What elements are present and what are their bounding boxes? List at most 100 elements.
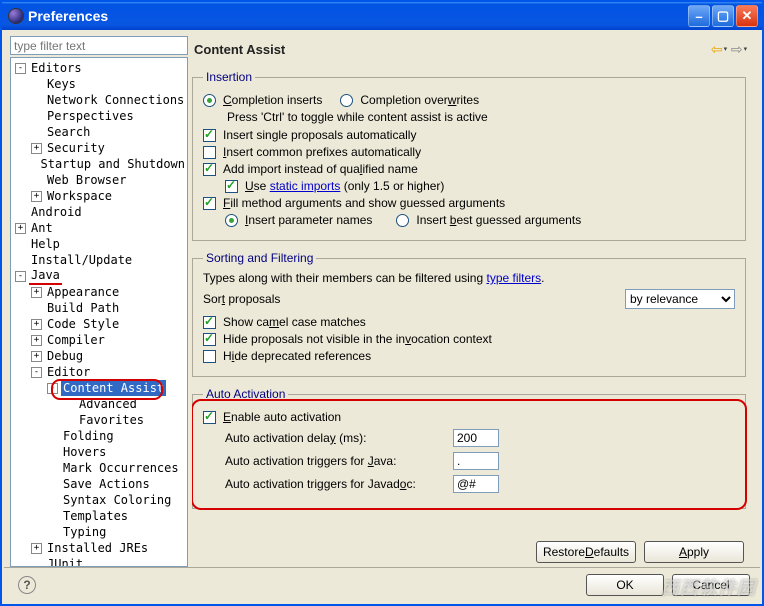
- insert-common-checkbox[interactable]: [203, 146, 216, 159]
- tree-item-debug[interactable]: +Debug: [11, 348, 187, 364]
- tree-twisty[interactable]: +: [31, 287, 42, 298]
- tree-item-save-actions[interactable]: Save Actions: [11, 476, 187, 492]
- apply-button[interactable]: Apply: [644, 541, 744, 563]
- help-icon[interactable]: ?: [18, 576, 36, 594]
- static-imports-link[interactable]: static imports: [270, 179, 341, 193]
- tree-item-label: Debug: [45, 348, 85, 364]
- tree-twisty[interactable]: +: [31, 143, 42, 154]
- fill-args-checkbox[interactable]: [203, 197, 216, 210]
- tree-item-typing[interactable]: Typing: [11, 524, 187, 540]
- tree-twisty[interactable]: +: [31, 319, 42, 330]
- hide-deprecated-checkbox[interactable]: [203, 350, 216, 363]
- tree-twisty[interactable]: -: [15, 271, 26, 282]
- tree-item-network-connections[interactable]: Network Connections: [11, 92, 187, 108]
- tree-twisty: [31, 559, 42, 568]
- auto-trig-java-input[interactable]: [453, 452, 499, 470]
- tree-item-advanced[interactable]: Advanced: [11, 396, 187, 412]
- titlebar[interactable]: Preferences – ▢ ✕: [2, 2, 762, 30]
- tree-item-junit[interactable]: JUnit: [11, 556, 187, 567]
- tree-item-workspace[interactable]: +Workspace: [11, 188, 187, 204]
- tree-item-appearance[interactable]: +Appearance: [11, 284, 187, 300]
- tree-twisty: [15, 207, 26, 218]
- tree-item-label: Templates: [61, 508, 130, 524]
- tree-item-label: Code Style: [45, 316, 121, 332]
- tree-item-label: JUnit: [45, 556, 85, 567]
- tree-item-java[interactable]: -Java: [11, 268, 187, 284]
- insert-best-guessed-label: Insert best guessed arguments: [416, 213, 581, 227]
- tree-twisty[interactable]: +: [31, 191, 42, 202]
- hide-notvis-checkbox[interactable]: [203, 333, 216, 346]
- tree-item-ant[interactable]: +Ant: [11, 220, 187, 236]
- enable-auto-activation-checkbox[interactable]: [203, 411, 216, 424]
- auto-trig-javadoc-label: Auto activation triggers for Javadoc:: [203, 477, 453, 491]
- auto-activation-legend: Auto Activation: [203, 387, 288, 401]
- tree-twisty[interactable]: +: [31, 543, 42, 554]
- preferences-tree[interactable]: -EditorsKeysNetwork ConnectionsPerspecti…: [10, 57, 188, 567]
- cancel-button[interactable]: Cancel: [672, 574, 750, 596]
- tree-item-perspectives[interactable]: Perspectives: [11, 108, 187, 124]
- tree-item-content-assist[interactable]: -Content Assist: [11, 380, 187, 396]
- insert-single-checkbox[interactable]: [203, 129, 216, 142]
- completion-inserts-label: Completion inserts: [223, 93, 322, 107]
- tree-item-code-style[interactable]: +Code Style: [11, 316, 187, 332]
- tree-twisty[interactable]: +: [31, 335, 42, 346]
- tree-item-folding[interactable]: Folding: [11, 428, 187, 444]
- filter-input[interactable]: [10, 36, 188, 55]
- restore-defaults-button[interactable]: Restore Defaults: [536, 541, 636, 563]
- tree-item-syntax-coloring[interactable]: Syntax Coloring: [11, 492, 187, 508]
- use-static-imports-checkbox[interactable]: [225, 180, 238, 193]
- tree-item-label: Folding: [61, 428, 116, 444]
- tree-item-web-browser[interactable]: Web Browser: [11, 172, 187, 188]
- tree-twisty[interactable]: +: [15, 223, 26, 234]
- tree-item-android[interactable]: Android: [11, 204, 187, 220]
- maximize-button[interactable]: ▢: [712, 5, 734, 27]
- show-camel-label: Show camel case matches: [223, 315, 366, 329]
- tree-item-favorites[interactable]: Favorites: [11, 412, 187, 428]
- tree-item-install-update[interactable]: Install/Update: [11, 252, 187, 268]
- ok-button[interactable]: OK: [586, 574, 664, 596]
- tree-twisty[interactable]: -: [15, 63, 26, 74]
- tree-item-compiler[interactable]: +Compiler: [11, 332, 187, 348]
- tree-item-label: Network Connections: [45, 92, 186, 108]
- tree-item-editor[interactable]: -Editor: [11, 364, 187, 380]
- tree-twisty: [47, 511, 58, 522]
- tree-item-search[interactable]: Search: [11, 124, 187, 140]
- tree-item-editors[interactable]: -Editors: [11, 60, 187, 76]
- insert-param-names-radio[interactable]: [225, 214, 238, 227]
- tree-item-label: Workspace: [45, 188, 114, 204]
- tree-item-mark-occurrences[interactable]: Mark Occurrences: [11, 460, 187, 476]
- type-filters-link[interactable]: type filters: [486, 271, 541, 285]
- tree-twisty[interactable]: -: [47, 383, 58, 394]
- tree-item-startup-and-shutdown[interactable]: Startup and Shutdown: [11, 156, 187, 172]
- sort-proposals-label: Sort proposals: [203, 292, 625, 306]
- tree-item-label: Keys: [45, 76, 78, 92]
- auto-trig-javadoc-input[interactable]: [453, 475, 499, 493]
- completion-overwrites-radio[interactable]: [340, 94, 353, 107]
- auto-delay-input[interactable]: [453, 429, 499, 447]
- tree-item-installed-jres[interactable]: +Installed JREs: [11, 540, 187, 556]
- insert-common-label: Insert common prefixes automatically: [223, 145, 421, 159]
- tree-twisty: [47, 527, 58, 538]
- tree-item-help[interactable]: Help: [11, 236, 187, 252]
- tree-item-label: Content Assist: [61, 380, 166, 396]
- tree-twisty[interactable]: -: [31, 367, 42, 378]
- back-button[interactable]: ⇦▾: [710, 40, 728, 58]
- tree-item-label: Android: [29, 204, 84, 220]
- tree-item-hovers[interactable]: Hovers: [11, 444, 187, 460]
- show-camel-checkbox[interactable]: [203, 316, 216, 329]
- forward-button[interactable]: ⇨▾: [730, 40, 748, 58]
- tree-twisty: [31, 95, 42, 106]
- tree-item-label: Security: [45, 140, 107, 156]
- tree-item-security[interactable]: +Security: [11, 140, 187, 156]
- tree-item-templates[interactable]: Templates: [11, 508, 187, 524]
- tree-item-build-path[interactable]: Build Path: [11, 300, 187, 316]
- minimize-button[interactable]: –: [688, 5, 710, 27]
- add-import-checkbox[interactable]: [203, 163, 216, 176]
- tree-item-keys[interactable]: Keys: [11, 76, 187, 92]
- tree-twisty: [47, 447, 58, 458]
- close-button[interactable]: ✕: [736, 5, 758, 27]
- sort-proposals-combo[interactable]: by relevance: [625, 289, 735, 309]
- completion-inserts-radio[interactable]: [203, 94, 216, 107]
- tree-twisty[interactable]: +: [31, 351, 42, 362]
- insert-best-guessed-radio[interactable]: [396, 214, 409, 227]
